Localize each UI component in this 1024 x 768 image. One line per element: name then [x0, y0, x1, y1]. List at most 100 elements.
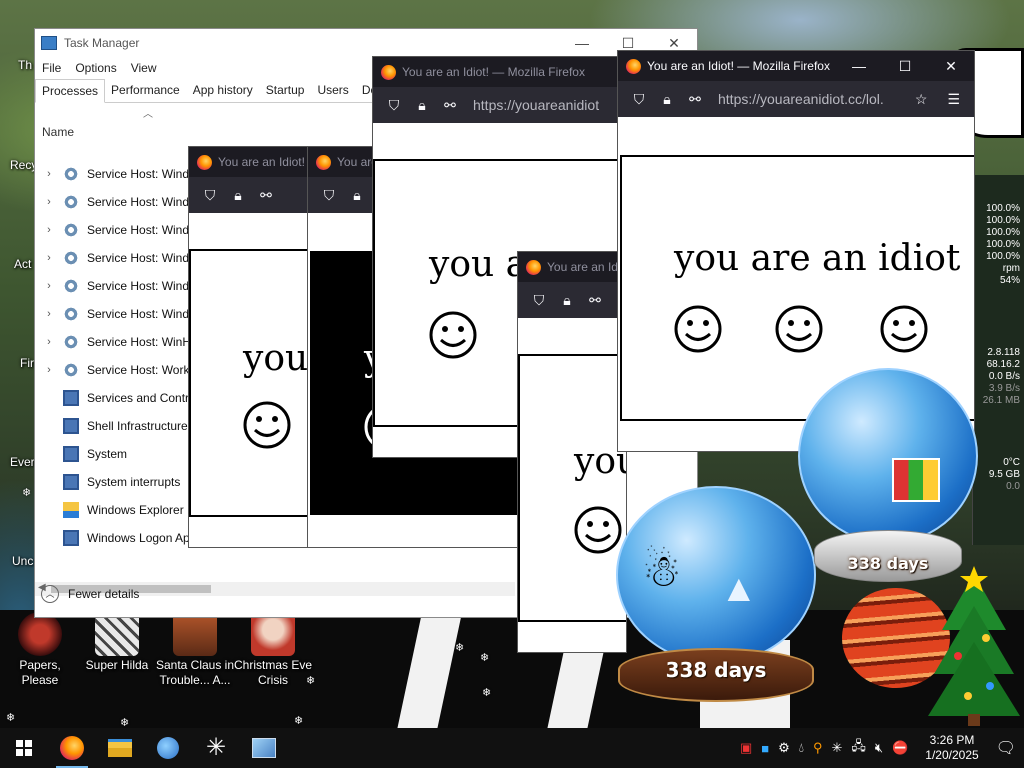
tab-app-history[interactable]: App history — [187, 79, 260, 102]
close-icon[interactable]: ✕ — [928, 58, 974, 75]
firefox-titlebar[interactable]: You are an Idiot! — Mozilla Firefox — [373, 57, 621, 87]
close-icon[interactable]: ✕ — [651, 35, 697, 52]
days-counter: 338 days — [665, 658, 767, 682]
tab-users[interactable]: Users — [311, 79, 355, 102]
permissions-icon[interactable]: ⚯ — [686, 91, 704, 108]
bookmark-star-icon[interactable]: ☆ — [915, 91, 928, 108]
snow-globe-widget[interactable]: ☃ ▲ 338 days — [612, 484, 822, 706]
desktop-icon-label[interactable]: Ever — [10, 455, 35, 469]
tray-search-icon[interactable]: ⚲ — [813, 740, 823, 756]
taskbar-snowflake-app[interactable]: ✳ — [192, 728, 240, 768]
tab-startup[interactable]: Startup — [260, 79, 312, 102]
tray-square-icon[interactable]: ■ — [761, 741, 769, 756]
service-icon — [63, 418, 79, 434]
lock-icon[interactable]: 🔒︎ — [558, 292, 576, 309]
process-name: System — [87, 447, 128, 461]
lock-icon[interactable]: 🔒︎ — [658, 91, 676, 108]
shield-icon[interactable]: ⛉ — [320, 187, 338, 204]
service-icon — [63, 474, 79, 490]
tray-droplet-icon[interactable]: 💧︎ — [799, 740, 804, 756]
process-name: Services and Contro — [87, 391, 196, 405]
desktop-icon-label[interactable]: Act — [14, 257, 31, 271]
chevron-right-icon[interactable]: › — [35, 168, 59, 180]
minimize-icon[interactable]: — — [559, 35, 605, 52]
lock-icon[interactable]: 🔒︎ — [413, 97, 431, 114]
process-name: Shell Infrastructure — [87, 419, 188, 433]
taskbar-control-panel[interactable] — [240, 728, 288, 768]
hamburger-menu-icon[interactable]: ☰ — [947, 91, 960, 108]
taskbar-firefox[interactable] — [48, 728, 96, 768]
action-center-icon[interactable]: 🗨︎ — [996, 738, 1016, 758]
network-icon[interactable]: 🖧︎ — [851, 737, 866, 759]
chevron-right-icon[interactable]: › — [35, 336, 59, 348]
shield-icon[interactable]: ⛉ — [630, 91, 648, 108]
firefox-popup-window: You are an Idiot! — ⛉ 🔒︎ ⚯ you — [188, 146, 318, 548]
desktop-icon-label[interactable]: Th — [18, 58, 32, 72]
smiley-icon — [880, 305, 928, 353]
tray-snowflake-icon[interactable]: ✳ — [832, 740, 843, 756]
desktop-icon-super-hilda[interactable]: Super Hilda — [77, 612, 157, 673]
tray-app-icon[interactable]: ▣ — [740, 740, 752, 756]
chevron-right-icon[interactable]: › — [35, 252, 59, 264]
system-tray: ▣ ■ ⚙ 💧︎ ⚲ ✳ 🖧︎ 🔇︎ ⛔ 3:26 PM 1/20/2025 🗨… — [740, 733, 1024, 763]
chevron-right-icon[interactable]: › — [35, 308, 59, 320]
permissions-icon[interactable]: ⚯ — [586, 292, 604, 309]
desktop-icon-label[interactable]: Unc — [12, 554, 33, 568]
shield-icon[interactable]: ⛉ — [530, 292, 548, 309]
url-field[interactable]: https://youareanidiot — [473, 97, 599, 113]
url-field[interactable]: https://youareanidiot.cc/lol. — [718, 91, 884, 107]
firefox-urlbar: ⛉ 🔒︎ ⚯ https://youareanidiot — [373, 87, 621, 123]
process-name: Service Host: Windo — [87, 167, 196, 181]
desktop-icon-papers-please[interactable]: Papers, Please — [0, 612, 80, 688]
firefox-titlebar[interactable]: You are an Idiot — [518, 252, 626, 282]
process-name: Service Host: WinHT — [87, 335, 199, 349]
snowflake-icon: ✳ — [205, 734, 227, 761]
chevron-right-icon[interactable]: › — [35, 364, 59, 376]
shield-icon[interactable]: ⛉ — [201, 187, 219, 204]
shield-icon[interactable]: ⛉ — [385, 97, 403, 114]
menu-options[interactable]: Options — [75, 61, 116, 75]
snow-globe-sphere — [798, 368, 978, 544]
clock[interactable]: 3:26 PM 1/20/2025 — [917, 733, 986, 763]
snowman-icon: ☃ — [642, 547, 682, 596]
volume-muted-icon[interactable]: 🔇︎ — [875, 740, 883, 756]
taskbar-app[interactable] — [144, 728, 192, 768]
tray-network-adapter-icon[interactable]: ⚙ — [778, 740, 790, 756]
firefox-icon — [526, 259, 541, 275]
tree-icon: ▲ — [720, 568, 758, 610]
gear-icon — [63, 278, 79, 294]
maximize-icon[interactable]: ☐ — [605, 35, 651, 52]
clock-date: 1/20/2025 — [925, 748, 979, 762]
menu-view[interactable]: View — [131, 61, 157, 75]
notification-badge-icon[interactable]: ⛔ — [892, 740, 908, 756]
tab-performance[interactable]: Performance — [105, 79, 187, 102]
process-name: Service Host: Windo — [87, 307, 196, 321]
snow-globe-widget[interactable]: 338 days — [796, 368, 980, 586]
minimize-icon[interactable]: — — [836, 58, 882, 75]
gear-icon — [63, 306, 79, 322]
tab-processes[interactable]: Processes — [35, 79, 106, 103]
start-button[interactable] — [0, 728, 48, 768]
taskbar-file-explorer[interactable] — [96, 728, 144, 768]
chevron-up-circle-icon: ︿ — [41, 585, 59, 603]
desktop-icon-label[interactable]: Fir — [20, 356, 34, 370]
lock-icon[interactable]: 🔒︎ — [229, 187, 247, 204]
gear-icon — [63, 194, 79, 210]
fewer-details-button[interactable]: ︿ Fewer details — [41, 585, 139, 603]
firefox-titlebar[interactable]: You are an Idiot! — Mozilla Firefox — ☐ … — [618, 51, 974, 81]
task-manager-titlebar[interactable]: Task Manager — ☐ ✕ — [35, 29, 697, 57]
desktop-icon-santa-claus-in-trouble[interactable]: Santa Claus in Trouble... A... — [155, 612, 235, 688]
chevron-right-icon[interactable]: › — [35, 224, 59, 236]
permissions-icon[interactable]: ⚯ — [257, 187, 275, 204]
smiley-icon — [674, 305, 722, 353]
permissions-icon[interactable]: ⚯ — [441, 97, 459, 114]
firefox-titlebar[interactable]: You are an Idiot! — — [189, 147, 317, 177]
process-name: Service Host: Windo — [87, 251, 196, 265]
chevron-right-icon[interactable]: › — [35, 280, 59, 292]
desktop-icon-christmas-eve-crisis[interactable]: Christmas Eve Crisis — [233, 612, 313, 688]
lock-icon[interactable]: 🔒︎ — [348, 187, 366, 204]
chevron-right-icon[interactable]: › — [35, 196, 59, 208]
maximize-icon[interactable]: ☐ — [882, 58, 928, 75]
menu-file[interactable]: File — [42, 61, 61, 75]
smiley-icon — [775, 305, 823, 353]
